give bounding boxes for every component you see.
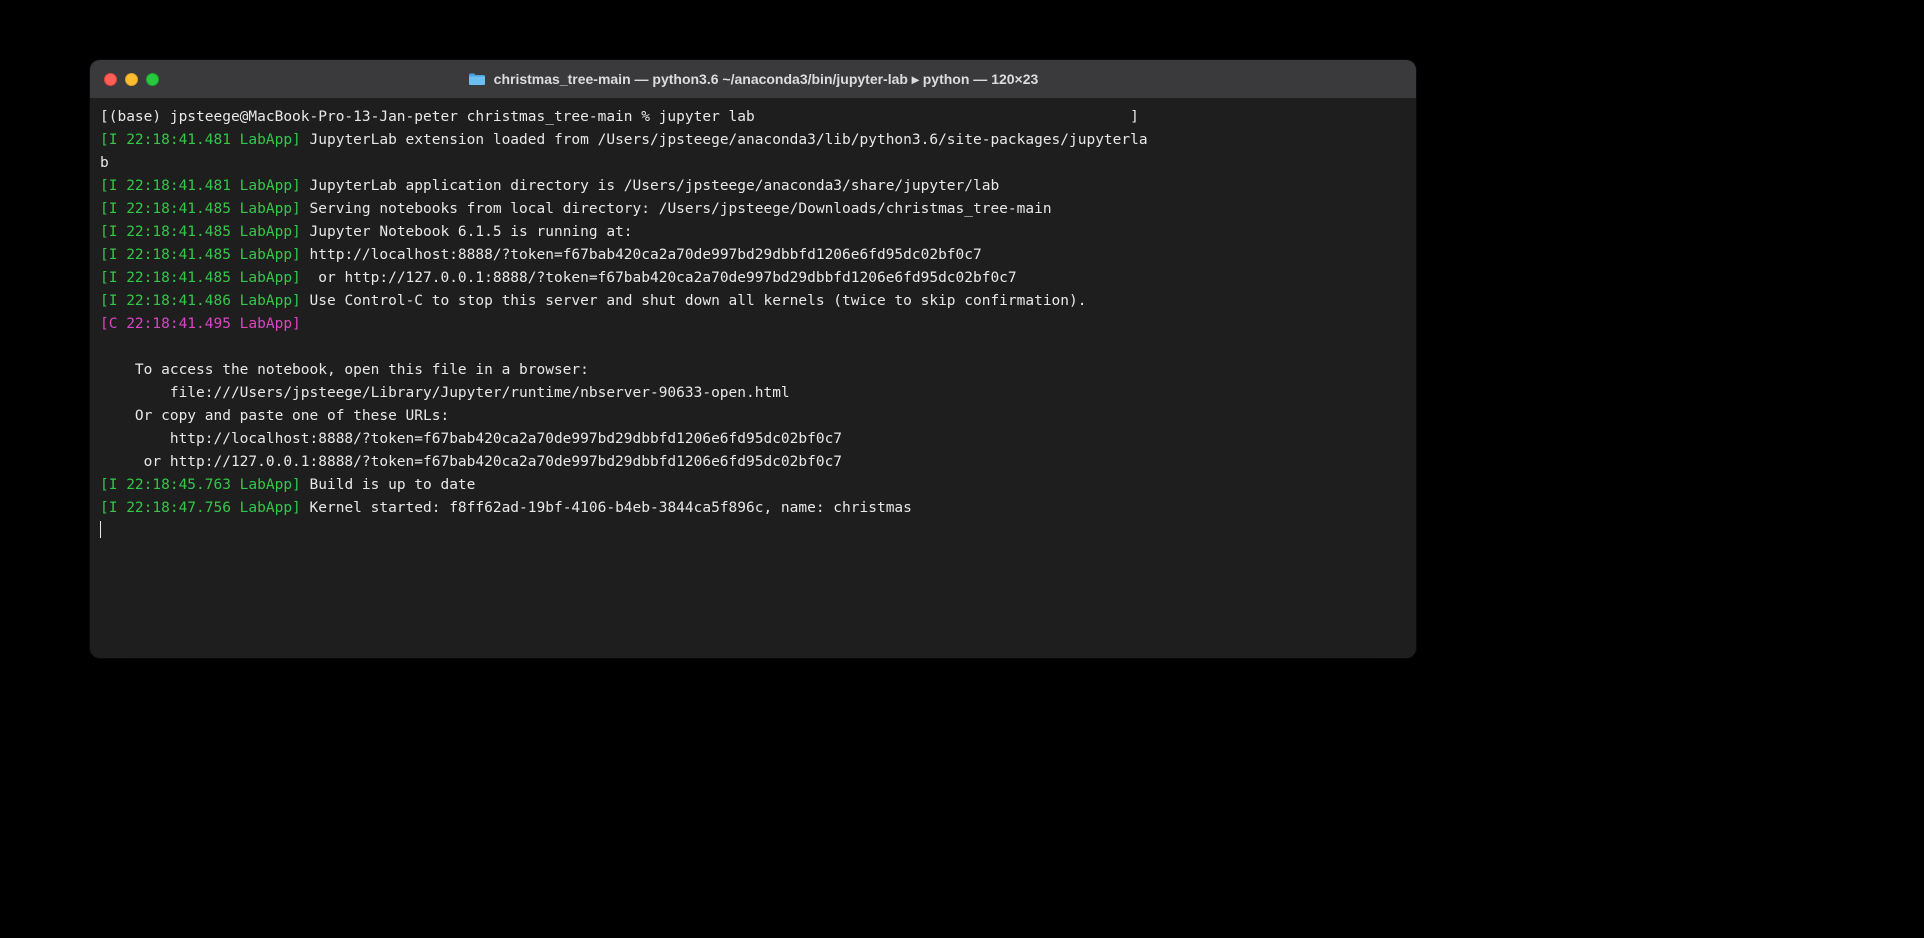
title-wrap: christmas_tree-main — python3.6 ~/anacon… — [90, 71, 1416, 88]
log-text: JupyterLab extension loaded from /Users/… — [301, 132, 1148, 148]
window-titlebar[interactable]: christmas_tree-main — python3.6 ~/anacon… — [90, 60, 1416, 98]
traffic-lights — [104, 73, 159, 86]
log-text: http://localhost:8888/?token=f67bab420ca… — [301, 247, 982, 263]
log-prefix: [I 22:18:41.485 LabApp] — [100, 224, 301, 240]
terminal-line: [I 22:18:41.485 LabApp] or http://127.0.… — [100, 267, 1406, 290]
terminal-window: christmas_tree-main — python3.6 ~/anacon… — [90, 60, 1416, 658]
window-title: christmas_tree-main — python3.6 ~/anacon… — [494, 71, 1039, 88]
log-text: http://localhost:8888/?token=f67bab420ca… — [100, 431, 842, 447]
log-text: Kernel started: f8ff62ad-19bf-4106-b4eb-… — [301, 500, 912, 516]
cursor — [100, 521, 101, 538]
terminal-line: [C 22:18:41.495 LabApp] — [100, 313, 1406, 336]
log-prefix: [C 22:18:41.495 LabApp] — [100, 316, 301, 332]
maximize-window-button[interactable] — [146, 73, 159, 86]
terminal-line: [I 22:18:47.756 LabApp] Kernel started: … — [100, 497, 1406, 520]
log-prefix: [I 22:18:41.481 LabApp] — [100, 132, 301, 148]
terminal-line: [I 22:18:41.481 LabApp] JupyterLab exten… — [100, 129, 1406, 152]
log-prefix: [I 22:18:41.486 LabApp] — [100, 293, 301, 309]
log-prefix: [I 22:18:41.485 LabApp] — [100, 201, 301, 217]
log-prefix: [I 22:18:47.756 LabApp] — [100, 500, 301, 516]
terminal-line: [I 22:18:41.485 LabApp] Jupyter Notebook… — [100, 221, 1406, 244]
log-text: Serving notebooks from local directory: … — [301, 201, 1052, 217]
cursor-line — [100, 520, 1406, 543]
log-text: To access the notebook, open this file i… — [100, 362, 589, 378]
terminal-line: Or copy and paste one of these URLs: — [100, 405, 1406, 428]
terminal-line: [(base) jpsteege@MacBook-Pro-13-Jan-pete… — [100, 106, 1406, 129]
folder-icon — [468, 72, 486, 86]
log-text — [100, 339, 109, 355]
terminal-line: To access the notebook, open this file i… — [100, 359, 1406, 382]
terminal-line: [I 22:18:45.763 LabApp] Build is up to d… — [100, 474, 1406, 497]
terminal-line: b — [100, 152, 1406, 175]
terminal-line: http://localhost:8888/?token=f67bab420ca… — [100, 428, 1406, 451]
log-text: file:///Users/jpsteege/Library/Jupyter/r… — [100, 385, 790, 401]
log-prefix: [I 22:18:41.481 LabApp] — [100, 178, 301, 194]
log-prefix: [I 22:18:41.485 LabApp] — [100, 247, 301, 263]
log-text: Build is up to date — [301, 477, 476, 493]
terminal-line: or http://127.0.0.1:8888/?token=f67bab42… — [100, 451, 1406, 474]
terminal-line — [100, 336, 1406, 359]
terminal-line: [I 22:18:41.485 LabApp] http://localhost… — [100, 244, 1406, 267]
log-text: [(base) jpsteege@MacBook-Pro-13-Jan-pete… — [100, 109, 1139, 125]
minimize-window-button[interactable] — [125, 73, 138, 86]
terminal-line: [I 22:18:41.485 LabApp] Serving notebook… — [100, 198, 1406, 221]
log-text: Jupyter Notebook 6.1.5 is running at: — [301, 224, 633, 240]
log-text: or http://127.0.0.1:8888/?token=f67bab42… — [301, 270, 1017, 286]
log-text: JupyterLab application directory is /Use… — [301, 178, 999, 194]
terminal-line: file:///Users/jpsteege/Library/Jupyter/r… — [100, 382, 1406, 405]
log-text: b — [100, 155, 109, 171]
log-text: Or copy and paste one of these URLs: — [100, 408, 449, 424]
log-text: or http://127.0.0.1:8888/?token=f67bab42… — [100, 454, 842, 470]
terminal-line: [I 22:18:41.481 LabApp] JupyterLab appli… — [100, 175, 1406, 198]
terminal-line: [I 22:18:41.486 LabApp] Use Control-C to… — [100, 290, 1406, 313]
log-prefix: [I 22:18:45.763 LabApp] — [100, 477, 301, 493]
terminal-body[interactable]: [(base) jpsteege@MacBook-Pro-13-Jan-pete… — [90, 98, 1416, 658]
log-prefix: [I 22:18:41.485 LabApp] — [100, 270, 301, 286]
log-text: Use Control-C to stop this server and sh… — [301, 293, 1087, 309]
close-window-button[interactable] — [104, 73, 117, 86]
